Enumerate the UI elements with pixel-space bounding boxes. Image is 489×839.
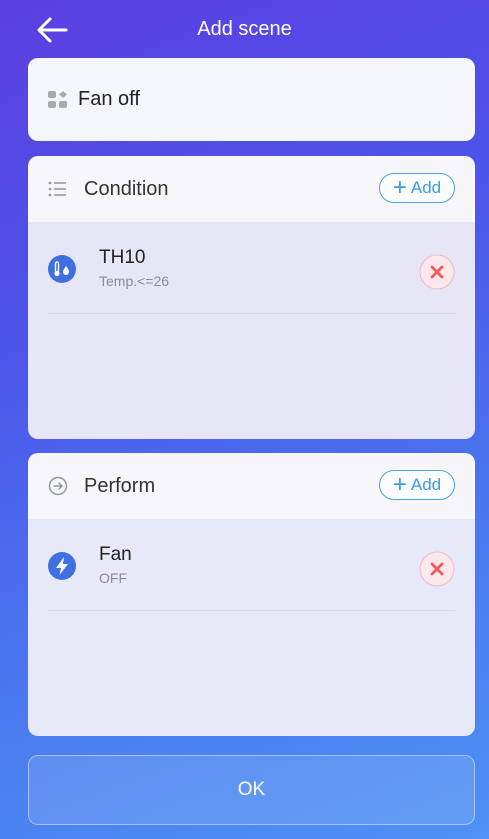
scene-name-card[interactable]: Fan off [28, 58, 475, 141]
list-icon [48, 181, 66, 197]
arrow-circle-icon [48, 476, 68, 496]
condition-detail: Temp.<=26 [99, 273, 170, 289]
condition-card: Condition + Add TH10 Temp.<=26 [28, 156, 475, 439]
condition-item[interactable]: TH10 Temp.<=26 [28, 222, 475, 314]
condition-header: Condition + Add [28, 156, 475, 222]
perform-device-name: Fan [99, 544, 132, 565]
perform-detail: OFF [99, 570, 127, 586]
lightning-icon [48, 552, 76, 580]
ok-button[interactable]: OK [28, 755, 475, 825]
condition-list: TH10 Temp.<=26 [28, 222, 475, 439]
perform-header: Perform + Add [28, 453, 475, 519]
close-icon [419, 551, 455, 587]
add-perform-button[interactable]: + Add [379, 470, 455, 500]
grid-icon [48, 90, 67, 108]
perform-list: Fan OFF [28, 519, 475, 736]
page-title: Add scene [197, 18, 292, 40]
header-bar: Add scene [0, 0, 489, 60]
condition-device-name: TH10 [99, 247, 146, 268]
plus-icon: + [392, 471, 407, 498]
add-condition-button[interactable]: + Add [379, 173, 455, 203]
add-perform-label: Add [410, 475, 442, 494]
perform-item[interactable]: Fan OFF [28, 519, 475, 611]
row-divider [48, 610, 455, 611]
perform-title: Perform [84, 474, 156, 497]
thermometer-icon [48, 255, 76, 283]
perform-card: Perform + Add Fan OFF [28, 453, 475, 736]
remove-perform-button[interactable] [419, 551, 455, 587]
condition-title: Condition [84, 177, 169, 200]
scene-name: Fan off [78, 88, 140, 110]
row-divider [48, 313, 455, 314]
add-condition-label: Add [410, 178, 442, 197]
close-icon [419, 254, 455, 290]
plus-icon: + [392, 174, 407, 201]
remove-condition-button[interactable] [419, 254, 455, 290]
